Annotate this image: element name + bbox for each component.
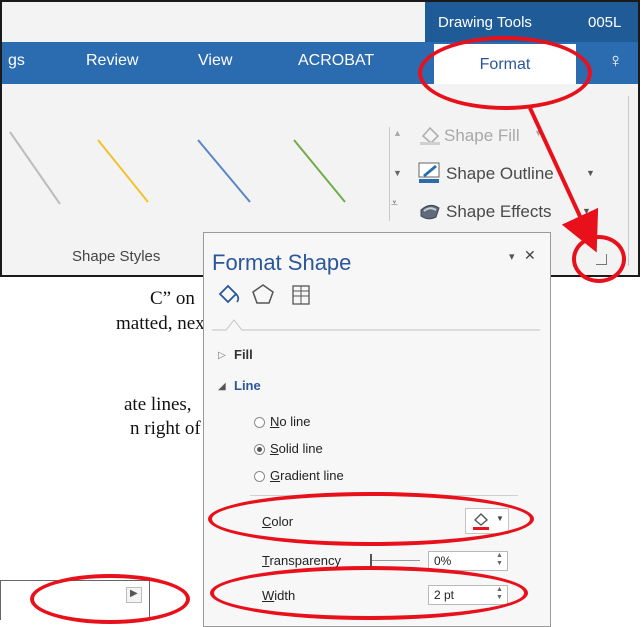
transparency-spinner-icon[interactable]: ▲ ▼ [496, 552, 503, 568]
fill-and-line-icon[interactable] [216, 282, 242, 306]
doc-text-line-3: ate lines, [124, 394, 192, 415]
width-row-highlight-ring [210, 566, 528, 620]
color-row-highlight-ring [208, 492, 534, 546]
drawing-tools-title: Drawing Tools [438, 14, 532, 31]
line-collapse-icon[interactable]: ◢ [218, 381, 226, 392]
tab-acrobat[interactable]: ACROBAT [298, 52, 374, 70]
pencil-outline-icon [418, 162, 440, 183]
size-properties-icon[interactable] [288, 282, 314, 306]
shape-effects-button[interactable]: Shape Effects [446, 202, 552, 222]
pane-options-icon[interactable]: ▾ [509, 250, 515, 263]
style-swatch-blue[interactable] [197, 139, 251, 203]
shape-styles-group-label: Shape Styles [72, 248, 161, 265]
effects-pentagon-icon[interactable] [250, 282, 276, 306]
shape-style-gallery [9, 131, 346, 205]
tell-me-lightbulb-icon[interactable]: ♀ [608, 50, 623, 73]
tab-review[interactable]: Review [86, 52, 138, 70]
transparency-label: Transparency [262, 553, 342, 568]
category-pointer [212, 319, 540, 331]
no-line-radio[interactable] [254, 417, 265, 428]
group-separator [628, 96, 629, 266]
transparency-slider-track[interactable] [370, 560, 420, 561]
line-section-header[interactable]: Line [234, 378, 261, 393]
dialog-launcher-highlight-ring [572, 235, 626, 283]
style-swatch-yellow[interactable] [97, 139, 149, 203]
doc-text-line-2: matted, next [116, 313, 210, 334]
gradient-line-radio[interactable] [254, 471, 265, 482]
shape-effects-icon [420, 204, 440, 220]
partial-box-highlight-ring [30, 574, 190, 624]
shape-effects-dropdown-icon[interactable]: ▼ [582, 206, 591, 216]
gradient-line-label: Gradient line [270, 468, 344, 483]
style-swatch-gray[interactable] [9, 131, 61, 205]
gallery-up-icon[interactable]: ▲ [393, 128, 402, 138]
doc-text-line-1: C” on [150, 288, 195, 309]
fill-expand-icon[interactable]: ▷ [218, 350, 226, 361]
tab-view[interactable]: View [198, 52, 232, 70]
shape-outline-button[interactable]: Shape Outline [446, 164, 554, 184]
pane-close-icon[interactable]: ✕ [524, 247, 536, 264]
shape-fill-button[interactable]: Shape Fill [444, 126, 520, 146]
paint-bucket-icon [420, 126, 440, 145]
solid-line-radio[interactable] [254, 444, 265, 455]
gallery-more-icon[interactable]: ⩡ [391, 196, 398, 211]
format-tab-highlight-ring [418, 36, 592, 110]
shape-outline-dropdown-icon[interactable]: ▼ [586, 168, 595, 178]
no-line-label: No line [270, 414, 311, 429]
pane-title: Format Shape [212, 250, 352, 275]
style-swatch-green[interactable] [293, 139, 346, 203]
shape-fill-dropdown-icon[interactable]: ▼ [534, 128, 543, 138]
solid-line-label: Solid line [270, 441, 323, 456]
document-title: 005L [588, 14, 622, 31]
gallery-down-icon[interactable]: ▼ [393, 168, 402, 178]
fill-section-header[interactable]: Fill [234, 347, 253, 362]
tab-settings-partial[interactable]: gs [8, 52, 25, 70]
